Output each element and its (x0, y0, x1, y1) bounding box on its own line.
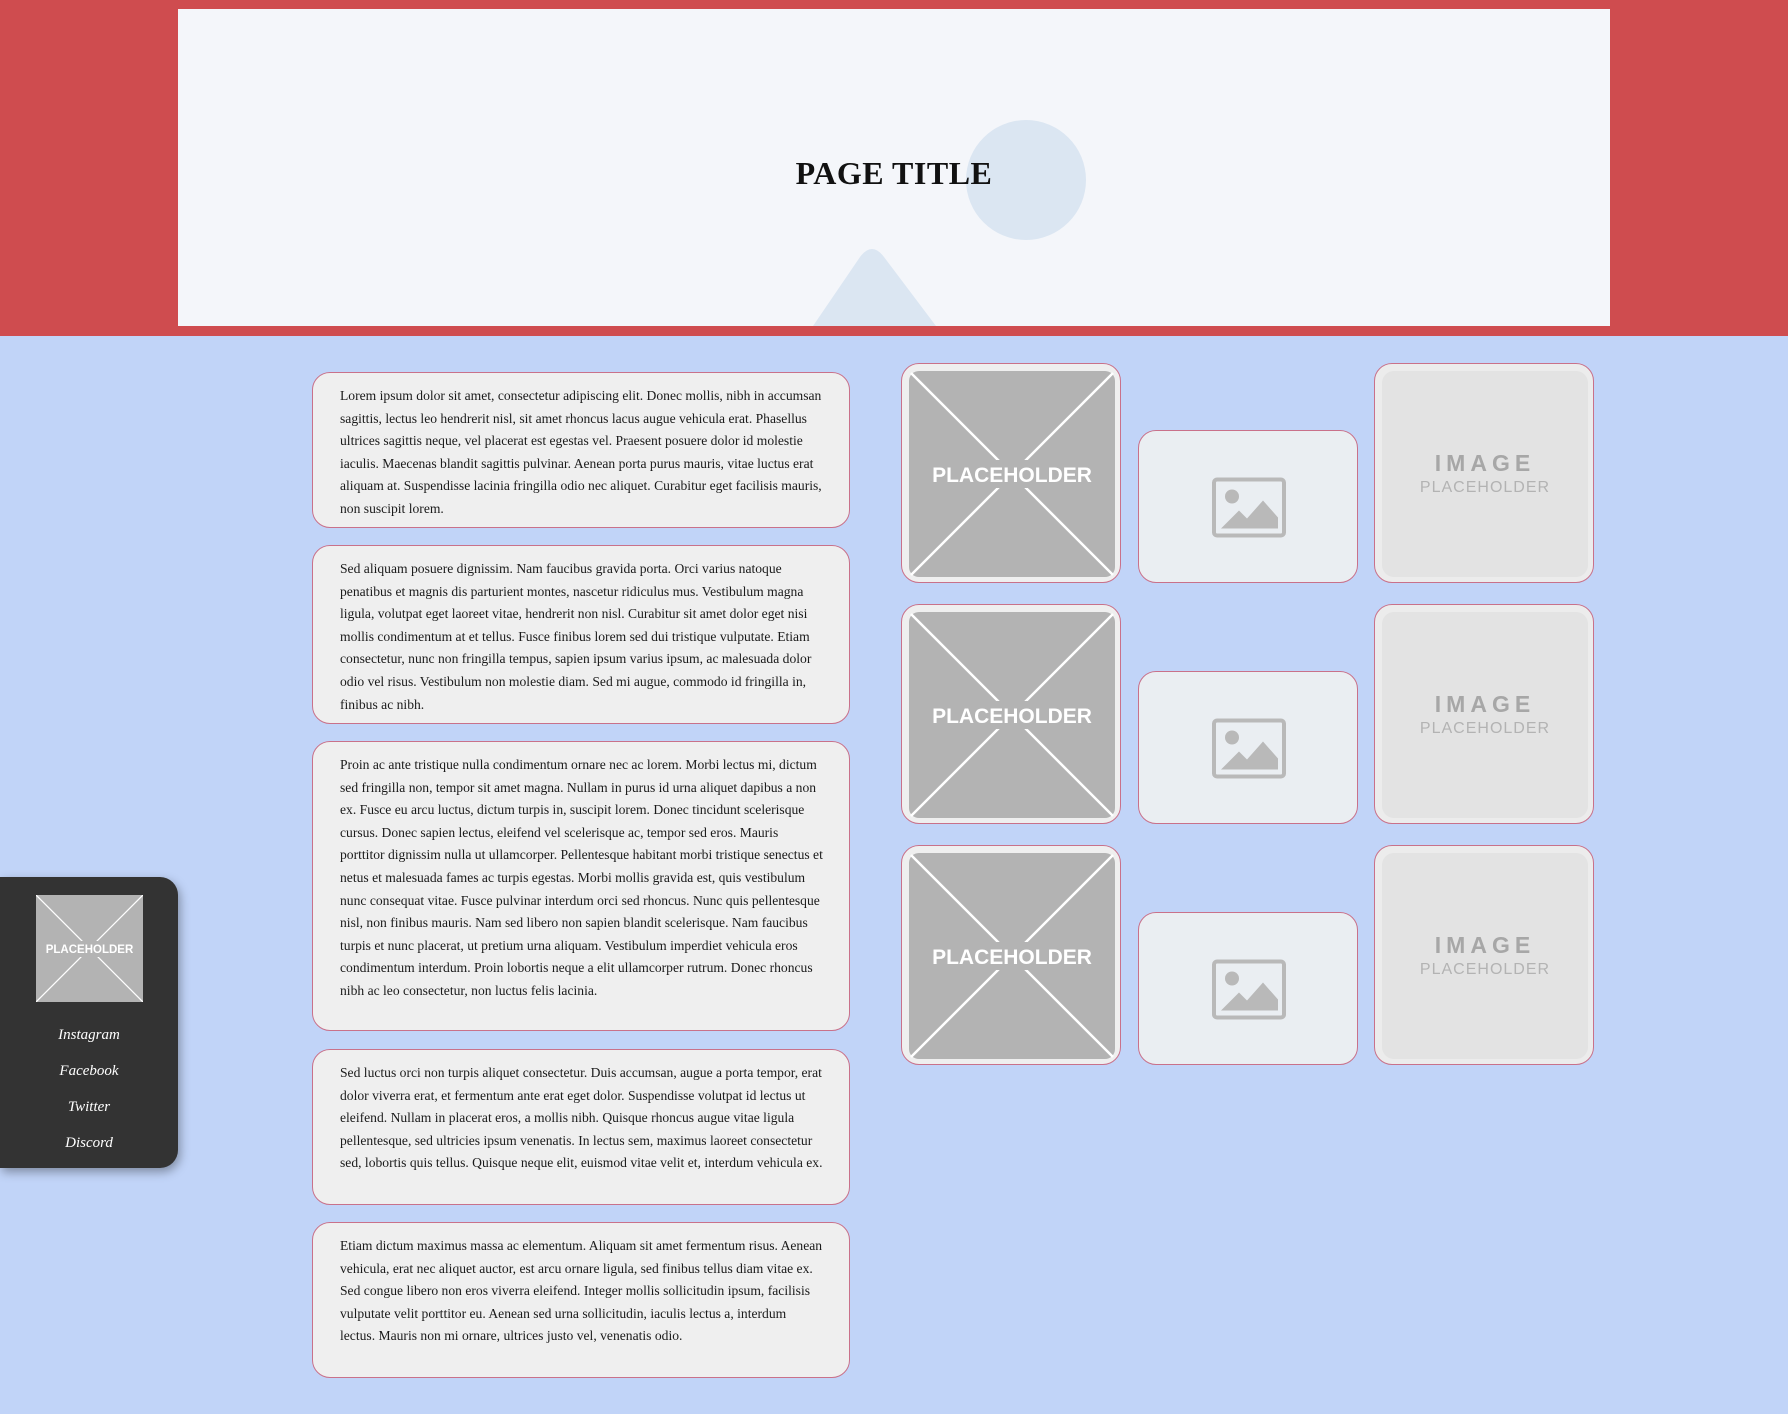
paragraph-text: Proin ac ante tristique nulla condimentu… (340, 757, 823, 998)
sidebar-link-facebook[interactable]: Facebook (0, 1061, 178, 1097)
social-nav: Instagram Facebook Twitter Discord (0, 1025, 178, 1169)
avatar-placeholder-icon: PLACEHOLDER (35, 894, 144, 1003)
text-card: Lorem ipsum dolor sit amet, consectetur … (312, 372, 850, 528)
image-placeholder-icon: IMAGE PLACEHOLDER (1382, 612, 1588, 818)
avatar-label: PLACEHOLDER (46, 944, 134, 956)
page: PAGE TITLE PLACEHOLDER Instagram Faceboo… (0, 0, 1788, 1414)
image-icon-card[interactable] (1138, 671, 1358, 824)
image-icon (1212, 477, 1286, 538)
text-card: Etiam dictum maximus massa ac elementum.… (312, 1222, 850, 1378)
text-card: Sed luctus orci non turpis aliquet conse… (312, 1049, 850, 1205)
x-placeholder-card[interactable]: PLACEHOLDER (901, 604, 1121, 824)
image-placeholder-title: IMAGE (1435, 691, 1535, 717)
hero-mountain-triangle (813, 249, 936, 326)
image-placeholder-subtitle: PLACEHOLDER (1420, 961, 1550, 978)
paragraph-text: Sed luctus orci non turpis aliquet conse… (340, 1065, 823, 1171)
placeholder-x-icon: PLACEHOLDER (909, 371, 1115, 577)
placeholder-label: PLACEHOLDER (932, 946, 1092, 969)
sidebar-link-discord[interactable]: Discord (0, 1133, 178, 1169)
paragraph-text: Sed aliquam posuere dignissim. Nam fauci… (340, 561, 812, 712)
placeholder-label: PLACEHOLDER (932, 705, 1092, 728)
image-icon (1212, 959, 1286, 1020)
image-placeholder-title: IMAGE (1435, 932, 1535, 958)
image-placeholder-subtitle: PLACEHOLDER (1420, 720, 1550, 737)
image-placeholder-card[interactable]: IMAGE PLACEHOLDER (1374, 604, 1594, 824)
image-placeholder-subtitle: PLACEHOLDER (1420, 479, 1550, 496)
sidebar-link-twitter[interactable]: Twitter (0, 1097, 178, 1133)
image-placeholder-card[interactable]: IMAGE PLACEHOLDER (1374, 363, 1594, 583)
page-title: PAGE TITLE (795, 155, 993, 191)
text-card: Proin ac ante tristique nulla condimentu… (312, 741, 850, 1031)
image-placeholder-icon: IMAGE PLACEHOLDER (1382, 371, 1588, 577)
x-placeholder-card[interactable]: PLACEHOLDER (901, 845, 1121, 1065)
paragraph-text: Lorem ipsum dolor sit amet, consectetur … (340, 388, 822, 516)
header-hero: PAGE TITLE (178, 9, 1610, 326)
image-placeholder-icon: IMAGE PLACEHOLDER (1382, 853, 1588, 1059)
x-placeholder-card[interactable]: PLACEHOLDER (901, 363, 1121, 583)
placeholder-x-icon: PLACEHOLDER (909, 612, 1115, 818)
image-icon-card[interactable] (1138, 912, 1358, 1065)
image-placeholder-title: IMAGE (1435, 450, 1535, 476)
text-card: Sed aliquam posuere dignissim. Nam fauci… (312, 545, 850, 724)
placeholder-x-icon: PLACEHOLDER (909, 853, 1115, 1059)
sidebar-link-instagram[interactable]: Instagram (0, 1025, 178, 1061)
paragraph-text: Etiam dictum maximus massa ac elementum.… (340, 1238, 823, 1344)
image-icon (1212, 718, 1286, 779)
image-icon-card[interactable] (1138, 430, 1358, 583)
placeholder-label: PLACEHOLDER (932, 464, 1092, 487)
sidebar: PLACEHOLDER Instagram Facebook Twitter D… (0, 877, 178, 1168)
image-placeholder-card[interactable]: IMAGE PLACEHOLDER (1374, 845, 1594, 1065)
avatar: PLACEHOLDER (35, 894, 144, 1003)
